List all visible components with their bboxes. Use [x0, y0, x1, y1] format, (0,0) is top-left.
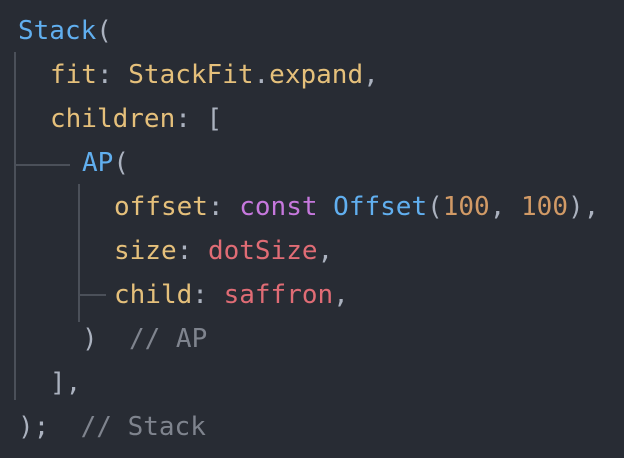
property-token: StackFit — [128, 60, 254, 90]
punctuation-token: ); — [18, 412, 50, 442]
code-line-ap-open[interactable]: AP( — [82, 141, 129, 185]
property-token: size — [114, 236, 177, 266]
punctuation-token: : — [207, 192, 240, 222]
code-line-ap-close[interactable]: ) // AP — [82, 317, 207, 361]
number-token: 100 — [442, 192, 490, 222]
indent-guide-stack — [14, 52, 16, 400]
punctuation-token: ) — [82, 324, 98, 354]
identifier-token: saffron — [223, 280, 334, 310]
property-token: expand — [269, 60, 364, 90]
punctuation-token — [49, 412, 80, 442]
punctuation-token: : — [192, 280, 224, 310]
punctuation-token: , — [363, 60, 379, 90]
property-token: fit — [50, 60, 97, 90]
punctuation-token: , — [317, 236, 334, 266]
type-token: Stack — [18, 16, 97, 46]
code-line-stack-close[interactable]: ); // Stack — [18, 405, 206, 449]
tree-branch-child — [78, 294, 106, 296]
punctuation-token: ( — [96, 16, 112, 46]
punctuation-token: : [ — [175, 104, 223, 134]
code-line-stack-open[interactable]: Stack( — [18, 9, 112, 53]
punctuation-token: ( — [427, 192, 443, 222]
punctuation-token: ), — [568, 192, 600, 222]
keyword-token: const — [239, 192, 318, 222]
indent-guide-ap — [78, 184, 80, 322]
punctuation-token: ( — [113, 148, 129, 178]
property-token: children — [50, 104, 176, 134]
punctuation-token: . — [253, 60, 270, 90]
type-token: AP — [82, 148, 114, 178]
code-line-fit[interactable]: fit: StackFit.expand, — [50, 53, 379, 97]
code-line-child[interactable]: child: saffron, — [114, 273, 349, 317]
punctuation-token — [98, 324, 129, 354]
punctuation-token: : — [96, 60, 129, 90]
code-line-children[interactable]: children: [ — [50, 97, 222, 141]
code-line-children-close[interactable]: ], — [50, 361, 81, 405]
punctuation-token — [318, 192, 334, 222]
punctuation-token: , — [489, 192, 522, 222]
property-token: child — [114, 280, 193, 310]
punctuation-token: , — [333, 280, 349, 310]
property-token: offset — [114, 192, 208, 222]
tree-branch-ap — [14, 164, 70, 166]
comment-token: // Stack — [80, 412, 206, 442]
identifier-token: dotSize — [207, 236, 318, 266]
type-token: Offset — [333, 192, 428, 222]
comment-token: // AP — [128, 324, 208, 354]
punctuation-token: ], — [50, 368, 82, 398]
code-editor[interactable]: · · · Stack( fit: StackFit.expand, child… — [0, 0, 624, 458]
number-token: 100 — [521, 192, 568, 222]
clipped-previous-line: · · · — [40, 0, 196, 8]
code-line-size[interactable]: size: dotSize, — [114, 229, 333, 273]
code-line-offset[interactable]: offset: const Offset(100, 100), — [114, 185, 599, 229]
punctuation-token: : — [176, 236, 208, 266]
